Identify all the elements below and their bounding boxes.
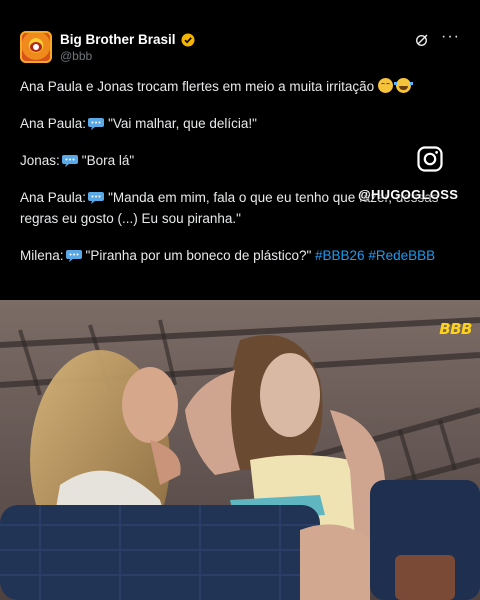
watermark: @HUGOGLOSS bbox=[358, 187, 459, 202]
tears-of-joy-icon bbox=[393, 78, 413, 93]
channel-logo: BBB bbox=[439, 320, 472, 338]
quote-line: Milena: "Piranha por um boneco de plástic… bbox=[20, 245, 460, 266]
quote-line: Ana Paula: "Vai malhar, que delícia!" bbox=[20, 113, 460, 134]
video-frame bbox=[0, 300, 480, 600]
avatar-logo-icon bbox=[30, 42, 42, 52]
name-row: Big Brother Brasil bbox=[60, 32, 195, 47]
hashtag-links[interactable]: #BBB26 #RedeBBB bbox=[315, 248, 435, 263]
more-options-icon[interactable]: ··· bbox=[441, 29, 460, 45]
speaker-label: Jonas: bbox=[20, 153, 60, 168]
handle[interactable]: @bbb bbox=[60, 49, 92, 63]
tweet-header: Big Brother Brasil @bbb ··· bbox=[20, 29, 460, 67]
display-name[interactable]: Big Brother Brasil bbox=[60, 32, 176, 47]
speech-bubble-icon bbox=[88, 118, 105, 130]
speech-bubble-icon bbox=[65, 250, 82, 262]
quote-text: "Vai malhar, que delícia!" bbox=[108, 116, 257, 131]
grok-icon[interactable] bbox=[415, 33, 429, 47]
speaker-label: Ana Paula: bbox=[20, 116, 87, 131]
quote-text: "Piranha por um boneco de plástico?" bbox=[85, 248, 312, 263]
quote-text: regras eu gosto (...) Eu sou piranha." bbox=[20, 211, 241, 226]
speech-bubble-icon bbox=[61, 155, 78, 167]
tweet-text: Ana Paula e Jonas trocam flertes em meio… bbox=[20, 76, 460, 282]
relieved-face-icon bbox=[377, 78, 393, 93]
video-player[interactable]: BBB bbox=[0, 300, 480, 600]
headline-text: Ana Paula e Jonas trocam flertes em meio… bbox=[20, 79, 375, 94]
speaker-label: Milena: bbox=[20, 248, 64, 263]
speech-bubble-icon bbox=[88, 192, 105, 204]
quote-text: "Bora lá" bbox=[81, 153, 135, 168]
avatar[interactable] bbox=[20, 31, 52, 63]
header-actions: ··· bbox=[415, 29, 460, 47]
quote-line: Jonas: "Bora lá" bbox=[20, 150, 460, 171]
quote-continuation: regras eu gosto (...) Eu sou piranha." bbox=[20, 208, 460, 229]
verified-badge-icon bbox=[181, 33, 195, 47]
speaker-label: Ana Paula: bbox=[20, 190, 87, 205]
tweet-headline: Ana Paula e Jonas trocam flertes em meio… bbox=[20, 76, 460, 97]
instagram-icon bbox=[417, 146, 443, 177]
